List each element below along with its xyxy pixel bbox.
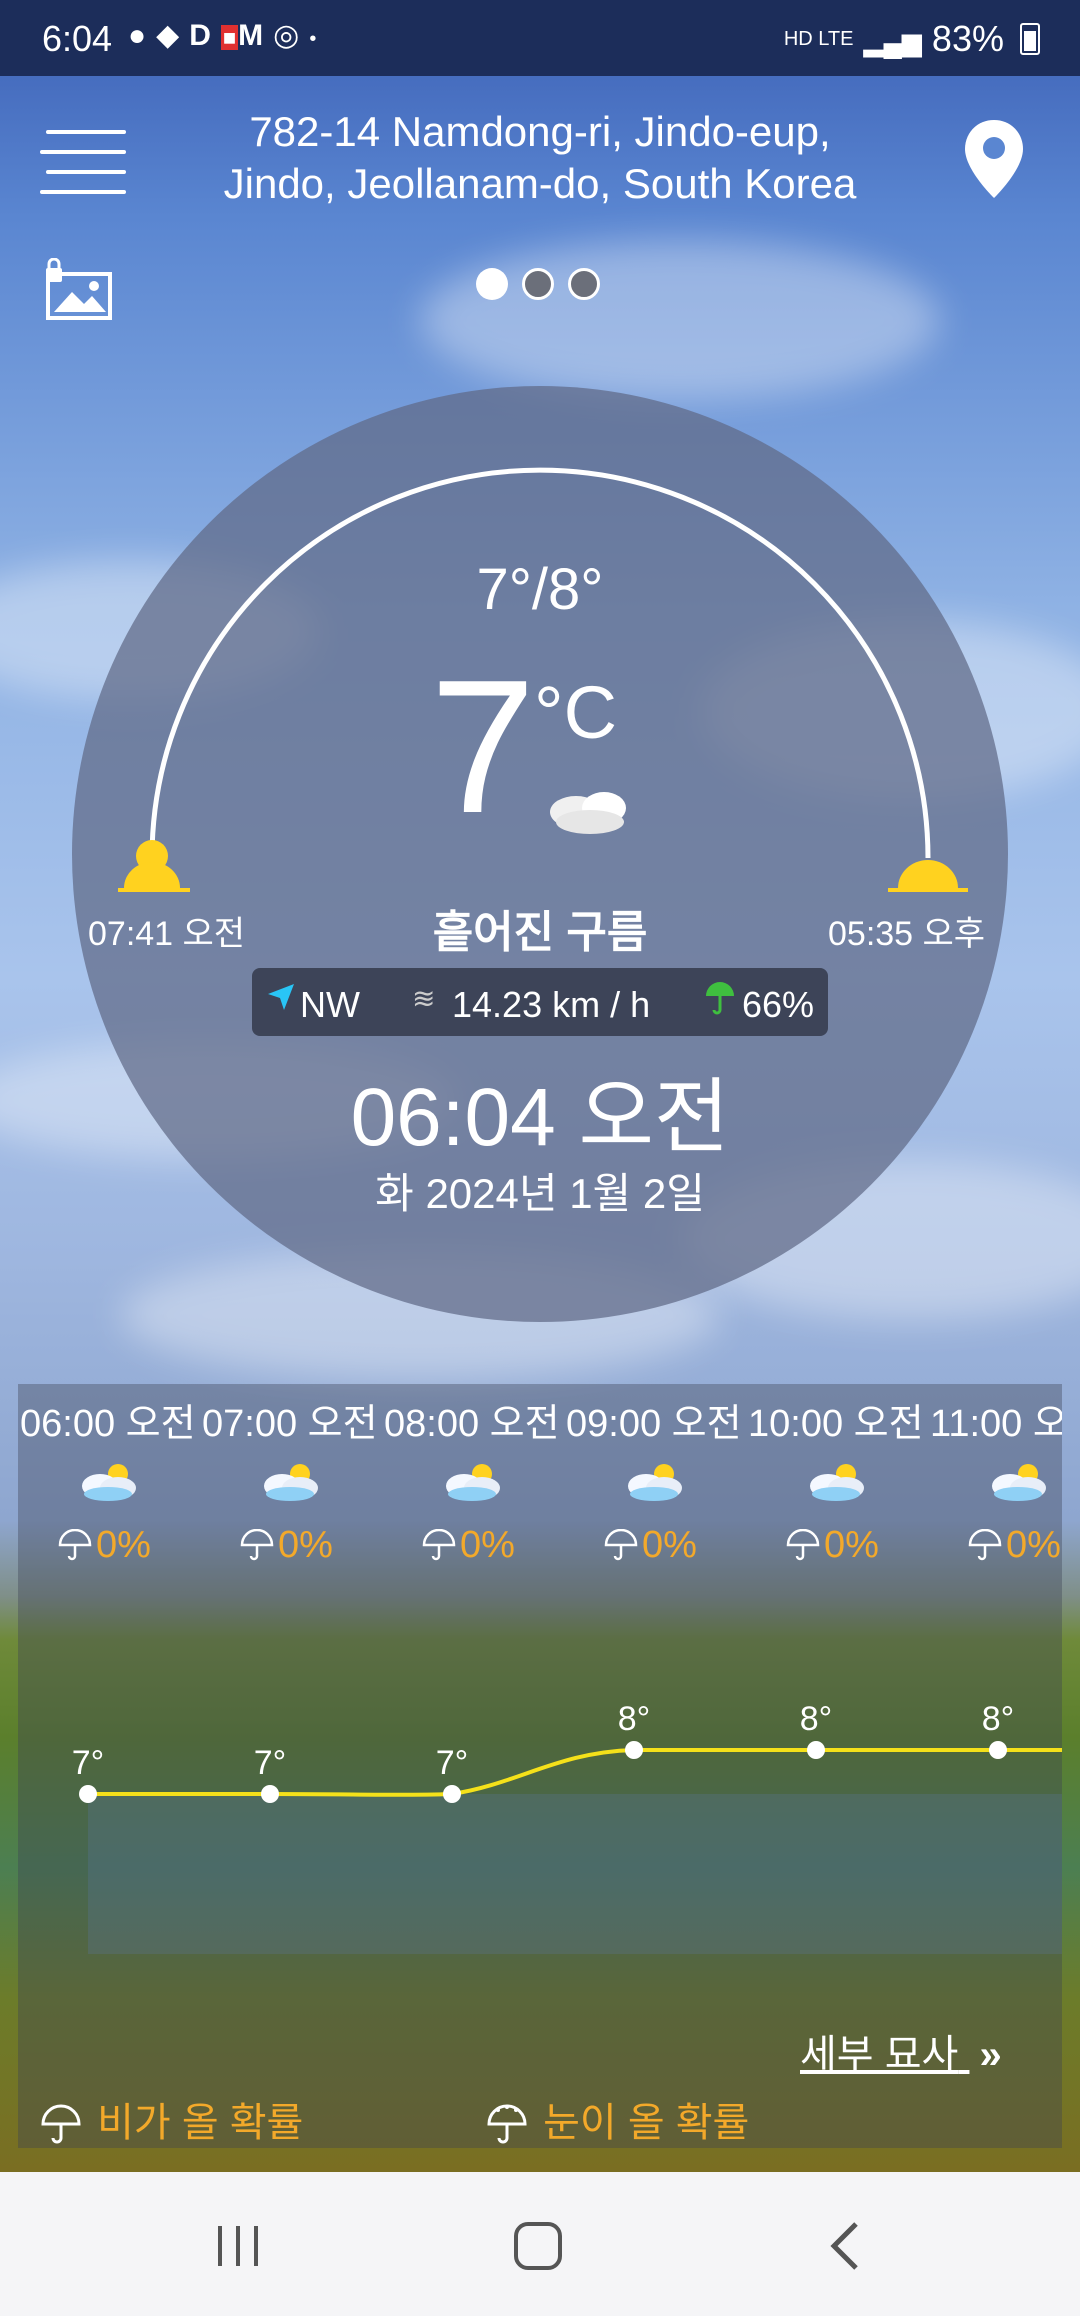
recent-apps-icon: [218, 2226, 258, 2266]
rain-umbrella-icon: [604, 1528, 638, 1561]
cloud-icon: [260, 1460, 322, 1502]
umbrella-icon: [704, 980, 736, 1025]
network-indicator: HD LTE: [783, 28, 854, 50]
double-chevron-right-icon: »: [979, 2033, 1002, 2077]
hourly-time: 06:00 오전: [20, 1403, 196, 1445]
rain-umbrella-icon: [968, 1528, 1002, 1561]
snow-umbrella-icon: [487, 2104, 527, 2144]
notification-icons: ●◆D■M◎•: [128, 18, 326, 53]
temp-point-label: 7°: [436, 1744, 469, 1782]
status-right: HD LTE ▂▄▆ 83%: [784, 18, 1040, 60]
sunrise-time: 07:41 오전: [88, 915, 246, 953]
home-icon: [514, 2222, 562, 2270]
cloud-icon: [78, 1460, 140, 1502]
wind-speed-icon: ≋: [412, 983, 436, 1014]
hourly-rain-probability: 0%: [604, 1524, 697, 1567]
hourly-rain-probability: 0%: [968, 1524, 1061, 1567]
hourly-rain-probability: 0%: [58, 1524, 151, 1567]
wind-humidity-bar: NW ≋ 14.23 km / h 66%: [252, 968, 828, 1036]
temp-point: [989, 1741, 1007, 1759]
rain-probability-label: 비가 올 확률: [97, 2101, 304, 2145]
location-line-1: 782-14 Namdong-ri, Jindo-eup,: [249, 108, 831, 155]
background-image-button[interactable]: [44, 257, 116, 322]
cloud-icon: [988, 1460, 1050, 1502]
menu-icon: [46, 130, 126, 134]
news-app-icon: ■: [220, 25, 239, 50]
temp-point: [261, 1785, 279, 1803]
current-time: 06:04 오전: [350, 1072, 730, 1163]
recent-apps-button[interactable]: [208, 2216, 268, 2276]
hourly-time: 07:00 오전: [202, 1403, 378, 1445]
page-dot-active[interactable]: [476, 268, 508, 300]
d-icon: D: [189, 19, 221, 52]
rain-probability-legend: 비가 올 확률: [40, 2090, 303, 2148]
home-button[interactable]: [508, 2216, 568, 2276]
hourly-rain-probability: 0%: [422, 1524, 515, 1567]
wind-speed: 14.23 km / h: [452, 984, 651, 1025]
humidity: 66%: [742, 984, 815, 1025]
location-line-2: Jindo, Jeollanam-do, South Korea: [223, 160, 857, 207]
back-icon: [830, 2222, 858, 2270]
snow-probability-label: 눈이 올 확률: [543, 2101, 750, 2145]
temp-point-label: 8°: [618, 1700, 651, 1738]
cloud-icon: [806, 1460, 868, 1502]
battery-icon: [1020, 23, 1040, 55]
page-dot[interactable]: [522, 268, 554, 300]
location-pin-button[interactable]: [962, 118, 1026, 200]
hourly-time: 11:00 오전: [930, 1403, 1062, 1445]
hourly-rain-probability: 0%: [786, 1524, 879, 1567]
hourly-time: 09:00 오전: [566, 1403, 742, 1445]
hourly-time: 08:00 오전: [384, 1403, 560, 1445]
detail-link[interactable]: 세부 묘사 »: [800, 2022, 1002, 2080]
rain-umbrella-icon: [240, 1528, 274, 1561]
battery-percent: 83%: [931, 18, 1004, 59]
cloud-icon: [442, 1460, 504, 1502]
current-date: 화 2024년 1월 2일: [375, 1170, 705, 1217]
rain-umbrella-icon: [41, 2104, 81, 2144]
location-title[interactable]: 782-14 Namdong-ri, Jindo-eup, Jindo, Jeo…: [180, 106, 900, 210]
snow-probability-legend: 눈이 올 확률: [486, 2090, 749, 2148]
min-max-temperature: 7°/8°: [476, 557, 604, 622]
dot-icon: •: [309, 28, 327, 50]
sunset-time: 05:35 오후: [828, 915, 986, 953]
page-indicator[interactable]: [476, 268, 606, 304]
rain-umbrella-icon: [58, 1528, 92, 1561]
status-bar: 6:04 ●◆D■M◎• HD LTE ▂▄▆ 83%: [0, 0, 1080, 76]
temp-point: [443, 1785, 461, 1803]
wind-direction-icon: [264, 980, 298, 1023]
temp-point-label: 8°: [982, 1700, 1015, 1738]
hourly-rain-probability: 0%: [240, 1524, 333, 1567]
page-dot[interactable]: [568, 268, 600, 300]
wind-direction: NW: [300, 984, 360, 1025]
temp-point-label: 7°: [72, 1744, 105, 1782]
current-temperature: 7: [430, 641, 536, 853]
talk-icon: ◆: [156, 19, 190, 52]
sync-icon: ◎: [273, 19, 310, 52]
temp-point: [79, 1785, 97, 1803]
gmail-icon: M: [238, 19, 274, 52]
temperature-unit: °C: [534, 671, 618, 754]
detail-link-label: 세부 묘사: [800, 2033, 959, 2077]
chat-bubble-icon: ●: [128, 19, 157, 52]
system-navigation-bar: [0, 2172, 1080, 2316]
cloud-icon: [624, 1460, 686, 1502]
menu-button[interactable]: [40, 128, 128, 194]
temp-point: [625, 1741, 643, 1759]
hourly-time: 10:00 오전: [748, 1403, 924, 1445]
status-time: 6:04: [42, 18, 113, 59]
temp-point-label: 7°: [254, 1744, 287, 1782]
map-pin-icon: [965, 120, 1023, 198]
weather-condition: 흩어진 구름: [432, 908, 648, 957]
temp-point-label: 8°: [800, 1700, 833, 1738]
rain-umbrella-icon: [786, 1528, 820, 1561]
lock-image-icon: [46, 257, 112, 320]
back-button[interactable]: [816, 2216, 876, 2276]
temp-point: [807, 1741, 825, 1759]
signal-icon: ▂▄▆: [863, 27, 922, 57]
rain-umbrella-icon: [422, 1528, 456, 1561]
